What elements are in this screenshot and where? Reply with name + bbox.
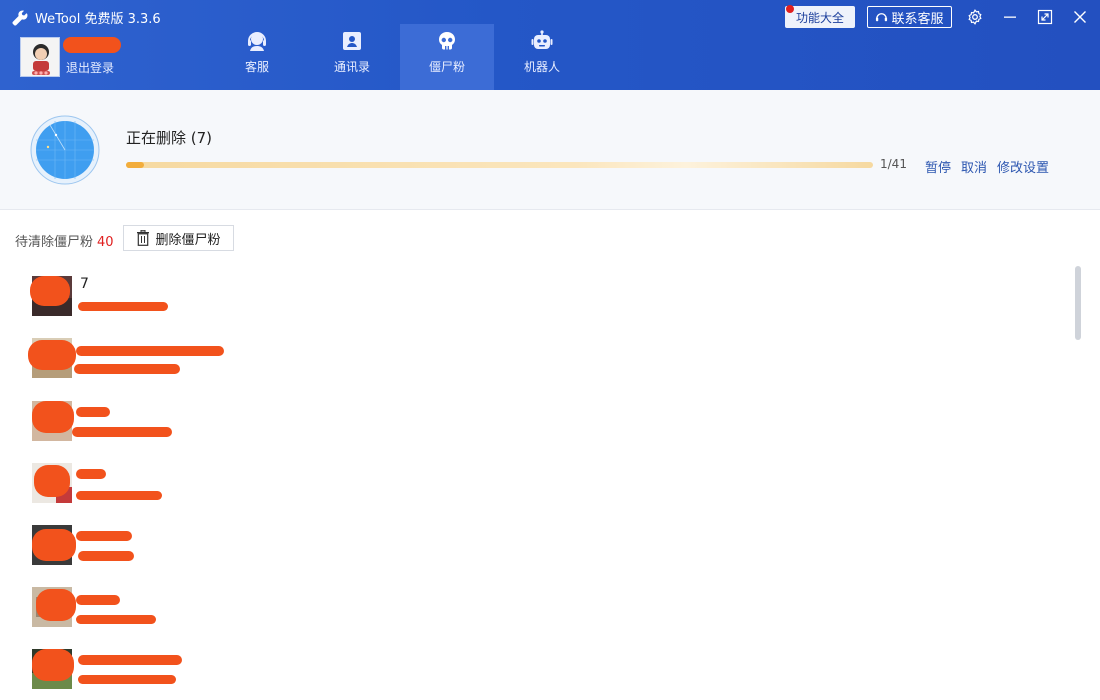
name-redaction [76,346,224,356]
id-redaction [76,491,162,500]
list-item[interactable] [32,649,332,695]
pending-label-text: 待清除僵尸粉 [15,235,94,250]
maximize-icon [1037,9,1053,25]
wrench-icon [12,10,28,26]
name-redaction [76,407,110,417]
tab-robot[interactable]: 机器人 [495,24,589,90]
logout-link[interactable]: 退出登录 [66,59,114,76]
avatar-redaction [28,340,76,370]
modify-settings-button[interactable]: 修改设置 [997,157,1049,176]
id-redaction [78,302,168,311]
avatar-redaction [36,589,76,621]
user-avatar[interactable] [20,37,60,77]
name-redaction [78,655,182,665]
avatar-redaction [30,276,70,306]
close-icon [1074,11,1086,23]
app-title-text: WeTool 免费版 3.3.6 [35,12,161,27]
list-item[interactable] [32,525,332,571]
progress-count: 1/41 [880,157,907,171]
cancel-button[interactable]: 取消 [961,157,987,176]
id-redaction [78,551,134,561]
avatar-redaction [32,529,76,561]
deletion-progress-panel: 正在删除 (7) 1/41 暂停 取消 修改设置 [0,90,1100,210]
id-redaction [78,675,176,684]
name-redaction [76,531,132,541]
delete-button-label: 删除僵尸粉 [155,232,221,248]
headset-icon [876,12,888,21]
features-button[interactable]: 功能大全 [785,6,855,28]
tab-label: 通讯录 [333,60,370,74]
gear-icon [968,9,982,25]
skull-icon [439,32,455,50]
trash-icon [137,230,150,246]
delete-zombie-fans-button[interactable]: 删除僵尸粉 [123,225,234,251]
name-redaction [76,469,106,479]
contact-support-button[interactable]: 联系客服 [867,6,952,28]
progress-bar-fill [126,162,144,168]
list-item[interactable] [32,401,332,447]
contact-name: 7 [80,276,89,292]
avatar-redaction [32,401,74,433]
id-redaction [76,615,156,624]
username-redacted [63,37,121,53]
tab-label: 客服 [244,60,269,74]
list-item[interactable] [32,587,332,633]
tab-label: 机器人 [523,60,560,74]
avatar-image [21,38,59,76]
headset-icon [248,32,266,51]
tab-customer-service[interactable]: 客服 [210,24,304,90]
pending-count: 40 [97,235,114,250]
avatar-redaction [32,649,74,681]
id-redaction [72,427,172,437]
radar-scan-icon [30,115,100,185]
id-redaction [74,364,180,374]
list-item[interactable]: 7 [30,276,332,322]
maximize-button[interactable] [1034,6,1056,28]
progress-bar [126,162,873,168]
notification-dot [786,5,794,13]
list-scrollbar[interactable] [1075,266,1081,340]
tab-zombie-fans[interactable]: 僵尸粉 [400,24,494,90]
name-redaction [76,595,120,605]
pending-label: 待清除僵尸粉 40 [15,231,114,250]
zombie-fan-list: 7 [0,262,1072,700]
robot-icon [531,30,553,49]
progress-title: 正在删除 (7) [126,129,213,147]
list-item[interactable] [28,338,332,384]
contact-card-icon [343,32,361,50]
list-item[interactable] [32,463,332,509]
tab-label: 僵尸粉 [428,60,465,74]
tab-contacts[interactable]: 通讯录 [305,24,399,90]
app-title: WeTool 免费版 3.3.6 [12,8,161,27]
avatar-redaction [34,465,70,497]
pause-button[interactable]: 暂停 [925,157,951,176]
title-bar: WeTool 免费版 3.3.6 退出登录 客服 通讯录 僵尸粉 机器人 功能大… [0,0,1100,90]
minimize-icon [1004,16,1016,18]
close-button[interactable] [1069,6,1091,28]
support-label: 联系客服 [891,11,944,27]
settings-button[interactable] [964,6,986,28]
minimize-button[interactable] [999,6,1021,28]
